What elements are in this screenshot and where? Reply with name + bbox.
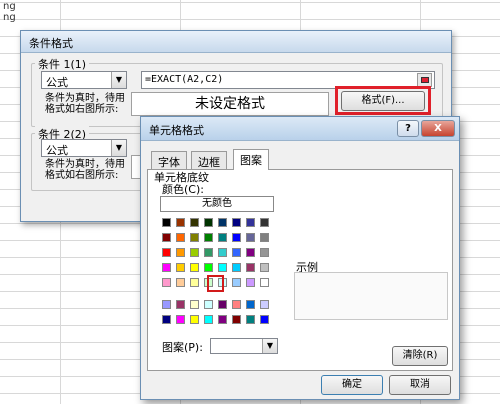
tab-patterns[interactable]: 图案 <box>233 149 269 170</box>
color-swatch[interactable] <box>176 218 185 227</box>
color-swatch[interactable] <box>260 248 269 257</box>
condition2-type-select[interactable]: 公式 ▼ <box>41 139 127 157</box>
condition1-type-select[interactable]: 公式 ▼ <box>41 71 127 89</box>
condition1-hint-line1: 条件为真时，待用 <box>45 93 125 104</box>
color-label: 颜色(C): <box>162 183 204 196</box>
format-button[interactable]: 格式(F)... <box>341 91 425 111</box>
color-swatch[interactable] <box>176 300 185 309</box>
condition2-type-value: 公式 <box>46 144 68 157</box>
shading-label: 单元格底纹 <box>154 171 209 184</box>
clear-button[interactable]: 清除(R) <box>392 346 448 366</box>
cell-text: ng <box>3 12 16 23</box>
color-swatch[interactable] <box>232 218 241 227</box>
cell-text: ng <box>3 1 16 12</box>
color-swatch[interactable] <box>260 315 269 324</box>
tab-font[interactable]: 字体 <box>151 151 187 169</box>
color-swatch[interactable] <box>176 248 185 257</box>
condition1-type-value: 公式 <box>46 76 68 89</box>
chevron-down-icon[interactable]: ▼ <box>111 72 126 88</box>
color-swatch[interactable] <box>190 248 199 257</box>
pattern-select[interactable]: ▼ <box>210 338 278 354</box>
condition1-format-preview: 未设定格式 <box>131 92 329 116</box>
color-swatch[interactable] <box>218 248 227 257</box>
color-swatch[interactable] <box>218 263 227 272</box>
condition1-hint-line2: 格式如右图所示: <box>45 104 119 115</box>
color-swatch[interactable] <box>162 278 171 287</box>
dialog-title: 条件格式 <box>21 31 451 53</box>
color-swatch[interactable] <box>246 248 255 257</box>
color-swatch[interactable] <box>176 233 185 242</box>
color-swatch[interactable] <box>232 233 241 242</box>
color-swatch[interactable] <box>204 248 213 257</box>
color-swatch[interactable] <box>162 300 171 309</box>
color-swatch[interactable] <box>218 233 227 242</box>
pattern-label: 图案(P): <box>162 341 203 354</box>
condition2-hint-line2: 格式如右图所示: <box>45 170 119 181</box>
color-swatch[interactable] <box>218 315 227 324</box>
color-swatch[interactable] <box>260 263 269 272</box>
color-swatch[interactable] <box>232 278 241 287</box>
color-swatch[interactable] <box>204 218 213 227</box>
color-swatch[interactable] <box>204 300 213 309</box>
color-swatch[interactable] <box>260 300 269 309</box>
selected-color-frame <box>207 275 224 292</box>
color-swatch[interactable] <box>190 278 199 287</box>
color-swatch[interactable] <box>190 300 199 309</box>
color-swatch[interactable] <box>190 233 199 242</box>
condition1-formula-value: =EXACT(A2,C2) <box>145 74 224 85</box>
color-swatch[interactable] <box>204 233 213 242</box>
color-swatch[interactable] <box>162 263 171 272</box>
color-swatch[interactable] <box>162 248 171 257</box>
condition1-label: 条件 1(1) <box>35 56 90 72</box>
color-swatch[interactable] <box>246 218 255 227</box>
color-swatch[interactable] <box>260 233 269 242</box>
color-swatch[interactable] <box>190 218 199 227</box>
color-swatch[interactable] <box>232 315 241 324</box>
color-swatch[interactable] <box>162 315 171 324</box>
patterns-panel: 单元格底纹 颜色(C): 无颜色 示例 图案(P): ▼ 清除(R) <box>147 169 453 371</box>
no-color-button[interactable]: 无颜色 <box>160 196 274 212</box>
color-swatch[interactable] <box>246 315 255 324</box>
color-swatch[interactable] <box>162 218 171 227</box>
color-swatch[interactable] <box>176 315 185 324</box>
color-swatch[interactable] <box>190 263 199 272</box>
color-swatch[interactable] <box>218 218 227 227</box>
color-swatch[interactable] <box>176 263 185 272</box>
color-swatch[interactable] <box>246 300 255 309</box>
chevron-down-icon[interactable]: ▼ <box>262 339 277 353</box>
color-swatch[interactable] <box>232 263 241 272</box>
color-swatch[interactable] <box>162 233 171 242</box>
close-button[interactable]: X <box>421 120 455 137</box>
color-swatch[interactable] <box>260 278 269 287</box>
color-swatch[interactable] <box>232 300 241 309</box>
format-cells-dialog: 单元格格式 ? X 字体 边框 图案 单元格底纹 颜色(C): 无颜色 示例 图… <box>140 116 460 400</box>
chevron-down-icon[interactable]: ▼ <box>111 140 126 156</box>
color-swatch[interactable] <box>204 263 213 272</box>
color-swatch[interactable] <box>204 315 213 324</box>
ok-button[interactable]: 确定 <box>321 375 383 395</box>
color-swatch[interactable] <box>246 263 255 272</box>
color-swatch[interactable] <box>246 278 255 287</box>
color-swatch[interactable] <box>260 218 269 227</box>
color-swatch[interactable] <box>218 300 227 309</box>
help-button[interactable]: ? <box>397 120 419 137</box>
tab-border[interactable]: 边框 <box>191 151 227 169</box>
sample-preview <box>294 272 448 320</box>
range-picker-icon[interactable] <box>417 73 432 87</box>
color-swatch[interactable] <box>232 248 241 257</box>
color-swatch[interactable] <box>176 278 185 287</box>
cancel-button[interactable]: 取消 <box>389 375 451 395</box>
color-swatch[interactable] <box>246 233 255 242</box>
condition2-hint-line1: 条件为真时，待用 <box>45 159 125 170</box>
color-swatch[interactable] <box>190 315 199 324</box>
